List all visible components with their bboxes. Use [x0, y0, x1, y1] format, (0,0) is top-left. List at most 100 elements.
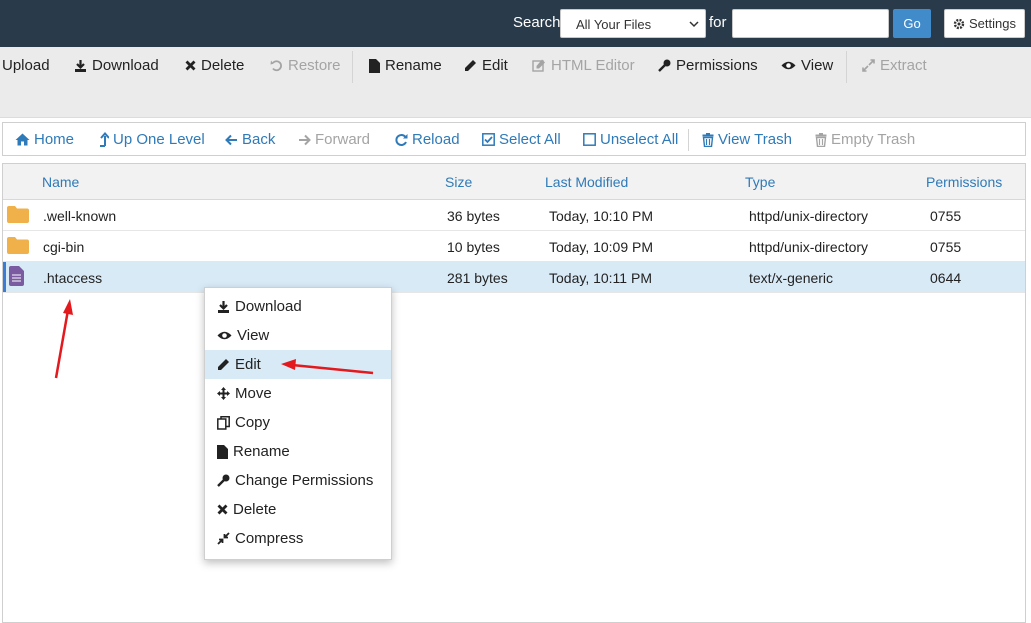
reload-button[interactable]: Reload: [394, 131, 460, 148]
arrow-left-icon: [225, 134, 237, 145]
context-menu-compress[interactable]: Compress: [205, 524, 391, 553]
restore-button[interactable]: Restore: [270, 57, 341, 74]
context-menu-label: Download: [235, 298, 302, 315]
search-label: Search: [513, 14, 561, 31]
file-icon: [217, 444, 228, 459]
chevron-down-icon: [689, 21, 699, 28]
upload-label: Upload: [2, 57, 50, 74]
context-menu-copy[interactable]: Copy: [205, 408, 391, 437]
x-icon: [185, 60, 196, 71]
forward-button[interactable]: Forward: [298, 131, 370, 148]
folder-icon: [7, 237, 29, 254]
permissions-button[interactable]: Permissions: [658, 57, 758, 74]
rename-label: Rename: [385, 57, 442, 74]
file-size: 281 bytes: [447, 270, 508, 286]
context-menu-label: Compress: [235, 530, 304, 547]
navigation-bar: Home Up One Level Back Forward Reload Se…: [2, 122, 1026, 156]
context-menu-label: Move: [235, 385, 272, 402]
upload-button[interactable]: Upload: [2, 57, 50, 74]
file-modified: Today, 10:11 PM: [549, 270, 652, 286]
select-all-label: Select All: [499, 131, 561, 148]
download-button[interactable]: Download: [74, 57, 159, 74]
arrow-right-icon: [299, 134, 311, 145]
search-scope-value: All Your Files: [576, 17, 652, 32]
unselect-all-label: Unselect All: [600, 131, 679, 148]
unselect-all-button[interactable]: Unselect All: [583, 131, 678, 148]
html-editor-label: HTML Editor: [551, 57, 635, 74]
column-header-last-modified[interactable]: Last Modified: [545, 174, 628, 190]
column-header-size[interactable]: Size: [445, 174, 472, 190]
context-menu-download[interactable]: Download: [205, 292, 391, 321]
table-row[interactable]: cgi-bin 10 bytes Today, 10:09 PM httpd/u…: [3, 231, 1025, 262]
extract-label: Extract: [880, 57, 927, 74]
empty-trash-button[interactable]: Empty Trash: [815, 131, 915, 148]
column-header-permissions[interactable]: Permissions: [926, 174, 1002, 190]
up-one-level-button[interactable]: Up One Level: [99, 131, 205, 148]
context-menu-label: Edit: [235, 356, 261, 373]
extract-button[interactable]: Extract: [862, 57, 927, 74]
settings-label: Settings: [969, 16, 1016, 31]
rename-button[interactable]: Rename: [369, 57, 442, 74]
toolbar-divider: [352, 51, 353, 83]
context-menu-rename[interactable]: Rename: [205, 437, 391, 466]
context-menu-move[interactable]: Move: [205, 379, 391, 408]
gear-icon: [953, 18, 965, 29]
go-button[interactable]: Go: [893, 9, 931, 38]
eye-icon: [781, 61, 796, 70]
key-icon: [217, 474, 230, 487]
home-label: Home: [34, 131, 75, 148]
context-menu-label: View: [237, 327, 270, 344]
context-menu-label: Change Permissions: [235, 472, 374, 489]
download-label: Download: [92, 57, 159, 74]
trash-icon: [815, 132, 827, 147]
context-menu-view[interactable]: View: [205, 321, 391, 350]
context-menu-label: Delete: [233, 501, 277, 518]
nav-divider: [688, 129, 689, 151]
search-scope-select[interactable]: All Your Files: [560, 9, 706, 38]
folder-icon: [7, 206, 29, 223]
file-toolbar: Upload Download Delete Restore Rename Ed…: [0, 47, 1031, 118]
edit-square-icon: [532, 59, 545, 72]
copy-icon: [217, 415, 230, 430]
context-menu-label: Copy: [235, 414, 271, 431]
file-icon: [369, 58, 380, 73]
table-row[interactable]: .well-known 36 bytes Today, 10:10 PM htt…: [3, 200, 1025, 231]
context-menu-edit[interactable]: Edit: [205, 350, 391, 379]
view-trash-button[interactable]: View Trash: [702, 131, 792, 148]
pencil-icon: [218, 359, 229, 370]
select-all-button[interactable]: Select All: [482, 131, 561, 148]
file-type: text/x-generic: [749, 270, 834, 286]
column-header-type[interactable]: Type: [745, 174, 775, 190]
empty-trash-label: Empty Trash: [831, 131, 916, 148]
forward-label: Forward: [315, 131, 371, 148]
refresh-icon: [395, 133, 408, 146]
key-icon: [658, 59, 671, 72]
table-row-selected[interactable]: .htaccess 281 bytes Today, 10:11 PM text…: [3, 262, 1025, 293]
home-button[interactable]: Home: [15, 131, 74, 148]
view-button[interactable]: View: [781, 57, 833, 74]
checkbox-empty-icon: [583, 133, 596, 146]
file-list: Name Size Last Modified Type Permissions…: [2, 163, 1026, 623]
settings-button[interactable]: Settings: [944, 9, 1025, 38]
permissions-label: Permissions: [676, 57, 758, 74]
html-editor-button[interactable]: HTML Editor: [532, 57, 635, 74]
context-menu-change-permissions[interactable]: Change Permissions: [205, 466, 391, 495]
back-button[interactable]: Back: [225, 131, 275, 148]
column-header-name[interactable]: Name: [42, 174, 79, 190]
context-menu-delete[interactable]: Delete: [205, 495, 391, 524]
edit-button[interactable]: Edit: [464, 57, 508, 74]
pencil-icon: [465, 60, 476, 71]
file-type: httpd/unix-directory: [749, 239, 869, 255]
file-name: cgi-bin: [43, 239, 85, 255]
undo-icon: [270, 60, 282, 72]
search-input[interactable]: [732, 9, 889, 38]
edit-label: Edit: [482, 57, 508, 74]
expand-icon: [862, 59, 875, 72]
delete-button[interactable]: Delete: [185, 57, 244, 74]
file-size: 10 bytes: [447, 239, 500, 255]
compress-icon: [217, 532, 230, 545]
context-menu-label: Rename: [233, 443, 290, 460]
trash-icon: [702, 132, 714, 147]
move-icon: [217, 387, 230, 400]
selection-marker: [3, 262, 6, 292]
